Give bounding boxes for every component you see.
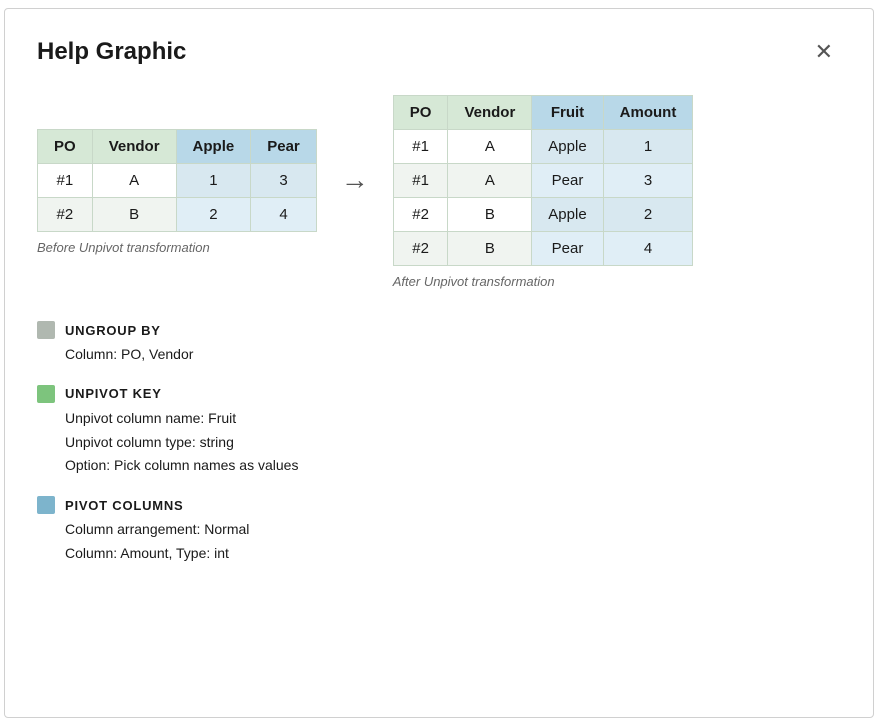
unpivot-key-text: Unpivot column name: Fruit Unpivot colum… (65, 407, 841, 478)
close-button[interactable]: ✕ (807, 37, 841, 67)
cell-fruit: Apple (532, 130, 603, 164)
before-table: PO Vendor Apple Pear #1 A 1 3 (37, 129, 317, 232)
cell-vendor: B (92, 198, 176, 232)
dialog-header: Help Graphic ✕ (37, 37, 841, 67)
ungroup-label-row: UNGROUP BY (37, 321, 841, 339)
unpivot-key-title: UNPIVOT KEY (65, 386, 162, 401)
table-row: #2 B Apple 2 (393, 198, 693, 232)
ungroup-title: UNGROUP BY (65, 323, 161, 338)
before-col-po: PO (38, 130, 93, 164)
cell-fruit: Apple (532, 198, 603, 232)
table-row: #2 B 2 4 (38, 198, 317, 232)
cell-pear: 4 (251, 198, 317, 232)
after-col-po: PO (393, 96, 448, 130)
unpivot-key-label-row: UNPIVOT KEY (37, 385, 841, 403)
after-table-wrapper: PO Vendor Fruit Amount #1 A Apple 1 (393, 95, 694, 289)
cell-fruit: Pear (532, 164, 603, 198)
after-col-vendor: Vendor (448, 96, 532, 130)
pivot-columns-block: PIVOT COLUMNS Column arrangement: Normal… (37, 496, 841, 566)
pivot-columns-text: Column arrangement: Normal Column: Amoun… (65, 518, 841, 566)
ungroup-swatch (37, 321, 55, 339)
cell-amount: 1 (603, 130, 693, 164)
unpivot-key-block: UNPIVOT KEY Unpivot column name: Fruit U… (37, 385, 841, 478)
table-row: #1 A 1 3 (38, 164, 317, 198)
cell-pear: 3 (251, 164, 317, 198)
pivot-columns-label-row: PIVOT COLUMNS (37, 496, 841, 514)
before-table-wrapper: PO Vendor Apple Pear #1 A 1 3 (37, 129, 317, 255)
table-row: #2 B Pear 4 (393, 232, 693, 266)
before-section: PO Vendor Apple Pear #1 A 1 3 (37, 95, 693, 289)
cell-amount: 2 (603, 198, 693, 232)
after-col-fruit: Fruit (532, 96, 603, 130)
cell-amount: 4 (603, 232, 693, 266)
dialog-title: Help Graphic (37, 38, 186, 66)
cell-po: #2 (393, 232, 448, 266)
cell-po: #2 (38, 198, 93, 232)
cell-po: #2 (393, 198, 448, 232)
cell-vendor: B (448, 198, 532, 232)
table-row: #1 A Apple 1 (393, 130, 693, 164)
cell-apple: 1 (176, 164, 251, 198)
cell-apple: 2 (176, 198, 251, 232)
pivot-columns-swatch (37, 496, 55, 514)
cell-vendor: A (92, 164, 176, 198)
table-row: #1 A Pear 3 (393, 164, 693, 198)
cell-vendor: B (448, 232, 532, 266)
arrow-icon: → (341, 164, 369, 196)
cell-vendor: A (448, 130, 532, 164)
before-col-vendor: Vendor (92, 130, 176, 164)
after-table-caption: After Unpivot transformation (393, 274, 694, 289)
before-col-pear: Pear (251, 130, 317, 164)
after-col-amount: Amount (603, 96, 693, 130)
cell-po: #1 (393, 130, 448, 164)
unpivot-key-swatch (37, 385, 55, 403)
after-table: PO Vendor Fruit Amount #1 A Apple 1 (393, 95, 694, 266)
cell-po: #1 (393, 164, 448, 198)
cell-fruit: Pear (532, 232, 603, 266)
pivot-columns-title: PIVOT COLUMNS (65, 498, 183, 513)
before-col-apple: Apple (176, 130, 251, 164)
content-area: PO Vendor Apple Pear #1 A 1 3 (37, 95, 841, 289)
cell-vendor: A (448, 164, 532, 198)
help-graphic-dialog: Help Graphic ✕ PO Vendor Apple Pear (4, 8, 874, 718)
cell-amount: 3 (603, 164, 693, 198)
before-table-caption: Before Unpivot transformation (37, 240, 317, 255)
ungroup-block: UNGROUP BY Column: PO, Vendor (37, 321, 841, 367)
info-sections: UNGROUP BY Column: PO, Vendor UNPIVOT KE… (37, 321, 841, 566)
cell-po: #1 (38, 164, 93, 198)
ungroup-text: Column: PO, Vendor (65, 343, 841, 367)
